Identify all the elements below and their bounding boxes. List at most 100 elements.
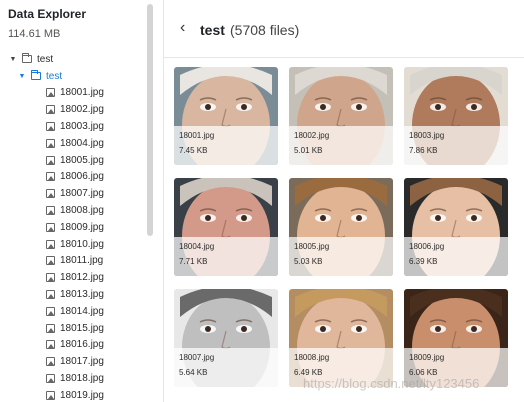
tree-file-item[interactable]: 18007.jpg <box>0 185 148 202</box>
image-file-icon <box>46 290 55 300</box>
tree-file-item[interactable]: 18016.jpg <box>0 337 148 354</box>
image-thumbnail-card[interactable]: 18007.jpg 5.64 KB <box>174 289 278 387</box>
image-file-icon <box>46 323 55 333</box>
thumbnail-caption: 18004.jpg 7.71 KB <box>174 237 278 276</box>
thumbnail-filesize: 7.86 KB <box>409 146 438 155</box>
image-file-icon <box>46 122 55 132</box>
panel-header: ‹ test (5708 files) <box>164 0 524 58</box>
tree-file-label: 18019.jpg <box>60 389 104 401</box>
watermark: https://blog.csdn.net/lty123456 <box>303 376 480 391</box>
image-file-icon <box>46 374 55 384</box>
tree-file-item[interactable]: 18019.jpg <box>0 387 148 402</box>
thumbnail-filename: 18002.jpg <box>294 131 330 140</box>
image-thumbnail-card[interactable]: 18009.jpg 6.06 KB <box>404 289 508 387</box>
image-thumbnail-card[interactable]: 18006.jpg 6.39 KB <box>404 178 508 276</box>
caret-down-icon[interactable]: ▼ <box>8 56 18 63</box>
thumbnail-filesize: 5.03 KB <box>294 257 323 266</box>
tree-file-item[interactable]: 18005.jpg <box>0 152 148 169</box>
image-file-icon <box>46 256 55 266</box>
image-file-icon <box>46 306 55 316</box>
thumbnail-filename: 18001.jpg <box>179 131 215 140</box>
image-thumbnail-card[interactable]: 18001.jpg 7.45 KB <box>174 67 278 165</box>
image-file-icon <box>46 222 55 232</box>
tree-file-item[interactable]: 18004.jpg <box>0 135 148 152</box>
image-thumbnail-card[interactable]: 18008.jpg 6.49 KB <box>289 289 393 387</box>
tree-file-label: 18001.jpg <box>60 87 104 99</box>
tree-file-item[interactable]: 18009.jpg <box>0 219 148 236</box>
image-file-icon <box>46 138 55 148</box>
thumbnail-filename: 18005.jpg <box>294 242 330 251</box>
tree-file-item[interactable]: 18012.jpg <box>0 269 148 286</box>
thumbnail-filename: 18009.jpg <box>409 353 445 362</box>
folder-icon <box>22 53 32 64</box>
tree-file-label: 18015.jpg <box>60 322 104 334</box>
thumbnail-filename: 18004.jpg <box>179 242 215 251</box>
tree-file-label: 18004.jpg <box>60 137 104 149</box>
tree-folder-label: test <box>46 70 63 82</box>
tree-file-label: 18006.jpg <box>60 171 104 183</box>
image-file-icon <box>46 88 55 98</box>
image-file-icon <box>46 273 55 283</box>
tree-file-label: 18009.jpg <box>60 221 104 233</box>
back-chevron-icon[interactable]: ‹ <box>180 19 185 37</box>
thumbnail-caption: 18006.jpg 6.39 KB <box>404 237 508 276</box>
main-panel: ‹ test (5708 files) 18001.jpg 7.45 KB 1800… <box>163 0 524 402</box>
tree-file-list: 18001.jpg 18002.jpg 18003.jpg 18004.jpg 1800… <box>0 85 148 402</box>
tree-file-item[interactable]: 18006.jpg <box>0 169 148 186</box>
tree-file-item[interactable]: 18010.jpg <box>0 236 148 253</box>
thumbnail-caption: 18002.jpg 5.01 KB <box>289 126 393 165</box>
sidebar-title: Data Explorer <box>8 7 87 21</box>
thumbnail-caption: 18001.jpg 7.45 KB <box>174 126 278 165</box>
tree-file-item[interactable]: 18014.jpg <box>0 303 148 320</box>
thumbnail-caption: 18007.jpg 5.64 KB <box>174 348 278 387</box>
thumbnail-filesize: 5.64 KB <box>179 368 208 377</box>
file-count: (5708 files) <box>230 22 300 38</box>
image-file-icon <box>46 155 55 165</box>
thumbnail-filename: 18008.jpg <box>294 353 330 362</box>
tree-file-label: 18013.jpg <box>60 289 104 301</box>
tree-file-label: 18005.jpg <box>60 154 104 166</box>
tree-file-item[interactable]: 18008.jpg <box>0 202 148 219</box>
folder-icon <box>31 70 41 81</box>
tree-file-item[interactable]: 18013.jpg <box>0 286 148 303</box>
tree-file-label: 18018.jpg <box>60 373 104 385</box>
image-thumbnail-card[interactable]: 18004.jpg 7.71 KB <box>174 178 278 276</box>
tree-file-item[interactable]: 18011.jpg <box>0 253 148 270</box>
image-file-icon <box>46 105 55 115</box>
thumbnail-filesize: 7.71 KB <box>179 257 208 266</box>
caret-down-icon[interactable]: ▼ <box>17 73 27 80</box>
thumbnail-caption: 18003.jpg 7.86 KB <box>404 126 508 165</box>
tree-file-item[interactable]: 18002.jpg <box>0 101 148 118</box>
thumbnail-filename: 18006.jpg <box>409 242 445 251</box>
tree-file-item[interactable]: 18015.jpg <box>0 320 148 337</box>
tree-file-label: 18008.jpg <box>60 205 104 217</box>
thumbnail-filesize: 6.39 KB <box>409 257 438 266</box>
thumbnail-filesize: 5.01 KB <box>294 146 323 155</box>
image-thumbnail-card[interactable]: 18005.jpg 5.03 KB <box>289 178 393 276</box>
tree-file-label: 18017.jpg <box>60 356 104 368</box>
tree-folder-root[interactable]: ▼ test <box>0 51 148 68</box>
file-tree: ▼ test ▼ test 18001.jpg 18002.jpg 18003.jp… <box>0 51 148 402</box>
tree-folder-child[interactable]: ▼ test <box>0 68 148 85</box>
tree-file-label: 18014.jpg <box>60 305 104 317</box>
dataset-size: 114.61 MB <box>8 28 61 40</box>
tree-file-label: 18011.jpg <box>60 255 104 267</box>
image-file-icon <box>46 340 55 350</box>
tree-file-item[interactable]: 18017.jpg <box>0 353 148 370</box>
thumbnail-filesize: 7.45 KB <box>179 146 208 155</box>
tree-file-label: 18003.jpg <box>60 121 104 133</box>
tree-folder-label: test <box>37 53 54 65</box>
thumbnail-filename: 18007.jpg <box>179 353 215 362</box>
folder-title: test <box>200 22 225 38</box>
sidebar-scrollbar[interactable] <box>147 4 153 236</box>
image-thumbnail-card[interactable]: 18003.jpg 7.86 KB <box>404 67 508 165</box>
image-file-icon <box>46 357 55 367</box>
image-thumbnail-card[interactable]: 18002.jpg 5.01 KB <box>289 67 393 165</box>
thumbnail-caption: 18005.jpg 5.03 KB <box>289 237 393 276</box>
tree-file-label: 18016.jpg <box>60 339 104 351</box>
image-file-icon <box>46 172 55 182</box>
tree-file-item[interactable]: 18018.jpg <box>0 370 148 387</box>
tree-file-item[interactable]: 18003.jpg <box>0 118 148 135</box>
tree-file-label: 18007.jpg <box>60 188 104 200</box>
tree-file-item[interactable]: 18001.jpg <box>0 85 148 102</box>
